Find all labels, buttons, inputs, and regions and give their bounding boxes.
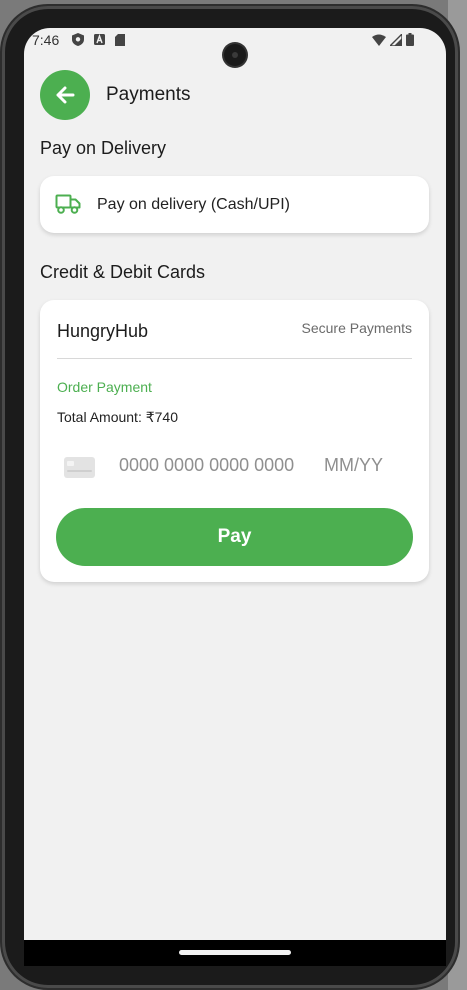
battery-icon	[406, 33, 414, 46]
credit-card-icon	[64, 457, 95, 478]
arrow-left-icon	[56, 86, 75, 104]
pay-button[interactable]: Pay	[56, 508, 413, 566]
wifi-icon	[372, 34, 386, 46]
order-payment-label: Order Payment	[57, 379, 152, 395]
total-amount: Total Amount: ₹740	[57, 409, 178, 425]
merchant-name: HungryHub	[57, 321, 149, 341]
card-number-input[interactable]	[119, 455, 304, 476]
pay-on-delivery-label: Pay on delivery (Cash/UPI)	[97, 196, 290, 213]
pay-on-delivery-heading: Pay on Delivery	[40, 138, 167, 158]
shield-icon	[72, 33, 84, 46]
pay-on-delivery-option[interactable]: Pay on delivery (Cash/UPI)	[40, 176, 429, 233]
truck-icon	[55, 194, 81, 214]
back-button[interactable]	[40, 70, 90, 120]
navigation-bar	[24, 940, 446, 966]
a-badge-icon	[94, 34, 105, 45]
secure-payments-label: Secure Payments	[301, 320, 413, 336]
app-screen: 7:46 Payments Pay on Delivery Pay on del…	[24, 28, 446, 966]
page-title: Payments	[106, 84, 191, 105]
status-icons-left	[72, 33, 125, 46]
status-time: 7:46	[32, 32, 60, 48]
divider	[57, 358, 412, 359]
card-payment-form: HungryHub Secure Payments Order Payment …	[40, 300, 429, 582]
phone-frame: 7:46 Payments Pay on Delivery Pay on del…	[2, 6, 458, 988]
cell-signal-icon	[390, 33, 402, 46]
status-icons-right	[372, 33, 414, 46]
credit-debit-cards-heading: Credit & Debit Cards	[40, 262, 206, 282]
sd-card-icon	[115, 33, 125, 46]
front-camera	[224, 44, 246, 66]
expiry-date-input[interactable]	[324, 455, 404, 476]
home-gesture-handle[interactable]	[179, 950, 291, 955]
status-bar: 7:46	[24, 28, 446, 66]
